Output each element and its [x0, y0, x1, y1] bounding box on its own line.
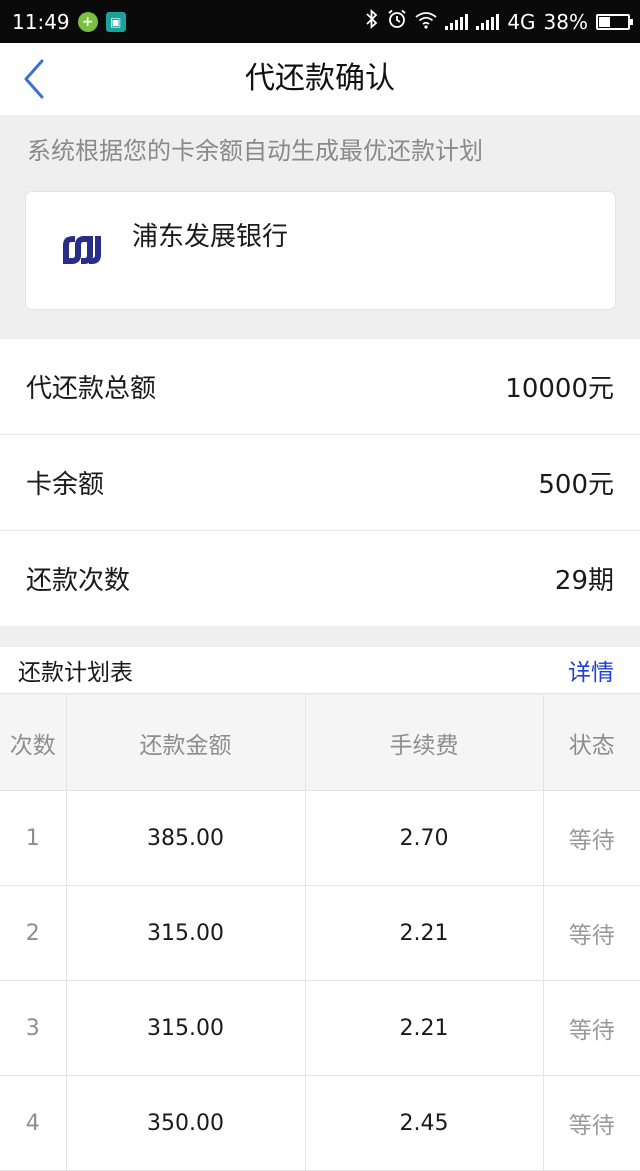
- row-index: 3: [0, 980, 67, 1076]
- status-time: 11:49: [12, 9, 70, 34]
- summary-value: 500元: [538, 470, 614, 500]
- spdb-logo-icon: [63, 235, 101, 265]
- status-right: 4G 38%: [365, 8, 633, 34]
- row-fee: 2.21: [304, 980, 544, 1076]
- battery-icon: [596, 13, 633, 30]
- app-notification-icon: +: [77, 11, 98, 32]
- alarm-icon: [387, 9, 407, 34]
- row-fee: 2.70: [304, 790, 544, 886]
- row-index: 2: [0, 885, 67, 981]
- row-fee: 2.21: [304, 885, 544, 981]
- nav-bar: 代还款确认: [0, 43, 640, 115]
- column-header: 状态: [542, 695, 640, 791]
- battery-fill: [599, 16, 610, 27]
- summary-list: 代还款总额 10000元 卡余额 500元 还款次数 29期: [0, 339, 640, 626]
- column-header: 还款金额: [65, 695, 306, 791]
- column-header: 手续费: [304, 695, 544, 791]
- plan-notice: 系统根据您的卡余额自动生成最优还款计划: [27, 137, 483, 165]
- chevron-left-icon: [24, 59, 44, 99]
- row-fee: 2.45: [304, 1075, 544, 1171]
- row-amount: 315.00: [65, 980, 306, 1076]
- wifi-icon: [415, 10, 437, 34]
- column-header: 次数: [0, 695, 67, 791]
- row-status: 等待: [542, 980, 640, 1076]
- table-header-row: 次数 还款金额 手续费 状态: [0, 695, 640, 791]
- table-row: 1 385.00 2.70 等待: [0, 790, 640, 886]
- plan-table: 次数 还款金额 手续费 状态 1 385.00 2.70 等待 2 315.00…: [0, 695, 640, 1171]
- summary-row-balance: 卡余额 500元: [0, 435, 640, 531]
- back-button[interactable]: [10, 55, 58, 103]
- scan-notification-icon: ▣: [105, 11, 126, 32]
- row-amount: 315.00: [65, 885, 306, 981]
- summary-row-count: 还款次数 29期: [0, 531, 640, 626]
- bank-card: 浦东发展银行: [26, 192, 615, 309]
- row-amount: 350.00: [65, 1075, 306, 1171]
- battery-percent: 38%: [543, 9, 588, 34]
- bluetooth-icon: [365, 8, 379, 34]
- table-row: 2 315.00 2.21 等待: [0, 885, 640, 981]
- plan-header: 还款计划表 详情: [0, 647, 640, 694]
- row-index: 1: [0, 790, 67, 886]
- row-amount: 385.00: [65, 790, 306, 886]
- signal-icon-2: [476, 13, 500, 30]
- row-status: 等待: [542, 790, 640, 886]
- page-title: 代还款确认: [245, 61, 395, 96]
- plan-detail-link[interactable]: 详情: [568, 653, 614, 687]
- row-index: 4: [0, 1075, 67, 1171]
- summary-row-total: 代还款总额 10000元: [0, 339, 640, 435]
- row-status: 等待: [542, 885, 640, 981]
- network-type: 4G: [507, 9, 536, 34]
- plan-title: 还款计划表: [18, 660, 133, 686]
- summary-label: 卡余额: [26, 470, 105, 500]
- status-bar: 11:49 + ▣ 4G 38%: [0, 0, 640, 43]
- signal-icon-1: [445, 13, 469, 30]
- summary-value: 10000元: [505, 374, 614, 404]
- table-row: 3 315.00 2.21 等待: [0, 980, 640, 1076]
- summary-label: 还款次数: [26, 566, 131, 596]
- summary-label: 代还款总额: [26, 374, 157, 404]
- row-status: 等待: [542, 1075, 640, 1171]
- summary-value: 29期: [554, 566, 614, 596]
- bank-name: 浦东发展银行: [132, 222, 289, 252]
- status-left: 11:49 + ▣: [12, 10, 126, 34]
- table-row: 4 350.00 2.45 等待: [0, 1075, 640, 1171]
